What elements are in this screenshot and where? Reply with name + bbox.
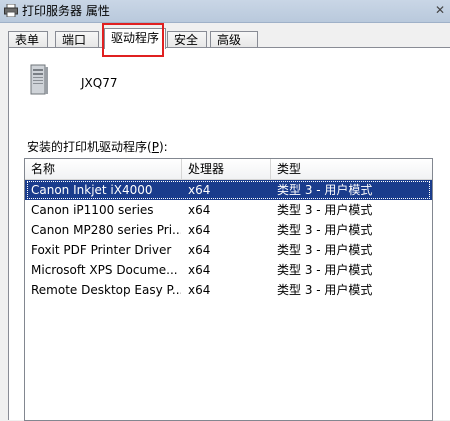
driver-type: 类型 3 - 用户模式 bbox=[277, 203, 373, 217]
tab-strip: 表单 端口 驱动程序 安全 高级 bbox=[8, 28, 450, 49]
driver-row[interactable]: Canon Inkjet iX4000 x64 类型 3 - 用户模式 bbox=[25, 180, 432, 200]
server-name: JXQ77 bbox=[81, 76, 118, 90]
close-icon[interactable]: ✕ bbox=[430, 0, 450, 20]
column-header-name[interactable]: 名称 bbox=[25, 159, 182, 179]
list-header: 名称 处理器 类型 bbox=[25, 159, 432, 180]
print-server-properties-dialog: 打印服务器 属性 ✕ 表单 端口 驱动程序 安全 高级 JXQ77 安装的打印机… bbox=[0, 0, 450, 421]
driver-processor: x64 bbox=[188, 243, 211, 257]
driver-processor: x64 bbox=[188, 283, 211, 297]
tab-drivers[interactable]: 驱动程序 bbox=[104, 28, 166, 49]
driver-row[interactable]: Canon MP280 series Pri... x64 类型 3 - 用户模… bbox=[25, 220, 432, 240]
driver-row[interactable]: Microsoft XPS Docume... x64 类型 3 - 用户模式 bbox=[25, 260, 432, 280]
drivers-list[interactable]: 名称 处理器 类型 Canon Inkjet iX4000 x64 类型 3 -… bbox=[24, 158, 433, 421]
driver-type: 类型 3 - 用户模式 bbox=[277, 183, 373, 197]
driver-type: 类型 3 - 用户模式 bbox=[277, 223, 373, 237]
tab-ports[interactable]: 端口 bbox=[55, 31, 99, 48]
driver-processor: x64 bbox=[188, 263, 211, 277]
driver-name: Canon iP1100 series bbox=[31, 203, 154, 217]
printer-icon bbox=[4, 3, 18, 18]
driver-processor: x64 bbox=[188, 223, 211, 237]
tab-forms[interactable]: 表单 bbox=[8, 31, 48, 48]
driver-row[interactable]: Remote Desktop Easy P... x64 类型 3 - 用户模式 bbox=[25, 280, 432, 300]
driver-type: 类型 3 - 用户模式 bbox=[277, 263, 373, 277]
title-bar[interactable]: 打印服务器 属性 ✕ bbox=[0, 0, 450, 23]
window-title: 打印服务器 属性 bbox=[22, 4, 110, 18]
driver-name: Canon Inkjet iX4000 bbox=[31, 183, 153, 197]
column-header-type[interactable]: 类型 bbox=[271, 159, 432, 179]
column-header-processor[interactable]: 处理器 bbox=[182, 159, 271, 179]
driver-type: 类型 3 - 用户模式 bbox=[277, 243, 373, 257]
driver-type: 类型 3 - 用户模式 bbox=[277, 283, 373, 297]
driver-name: Remote Desktop Easy P... bbox=[31, 283, 181, 297]
driver-name: Foxit PDF Printer Driver bbox=[31, 243, 172, 257]
driver-processor: x64 bbox=[188, 203, 211, 217]
driver-name: Microsoft XPS Docume... bbox=[31, 263, 178, 277]
driver-name: Canon MP280 series Pri... bbox=[31, 223, 181, 237]
driver-processor: x64 bbox=[188, 183, 211, 197]
driver-row[interactable]: Foxit PDF Printer Driver x64 类型 3 - 用户模式 bbox=[25, 240, 432, 260]
tab-advanced[interactable]: 高级 bbox=[210, 31, 258, 48]
drivers-tab-page: JXQ77 安装的打印机驱动程序(P): 名称 处理器 类型 Canon Ink… bbox=[8, 47, 450, 421]
installed-drivers-label: 安装的打印机驱动程序(P): bbox=[27, 140, 168, 154]
tab-security[interactable]: 安全 bbox=[167, 31, 207, 48]
driver-row[interactable]: Canon iP1100 series x64 类型 3 - 用户模式 bbox=[25, 200, 432, 220]
server-computer-icon bbox=[29, 64, 49, 96]
